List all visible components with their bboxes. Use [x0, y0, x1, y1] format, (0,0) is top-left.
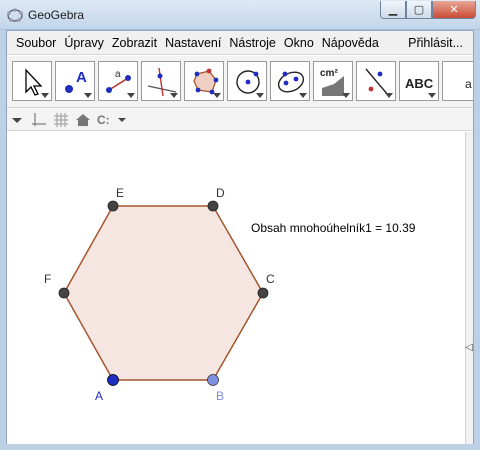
slider-icon: a: [465, 77, 472, 91]
tool-menu-triangle-icon: [41, 93, 49, 98]
app-frame: Soubor Úpravy Zobrazit Nastavení Nástroj…: [6, 30, 474, 444]
menu-nastaveni[interactable]: Nastavení: [161, 31, 225, 55]
window-controls: ▁ ▢ ✕: [380, 1, 476, 19]
maximize-icon: ▢: [413, 4, 425, 16]
point-c-label: C: [266, 272, 275, 286]
tool-menu-triangle-icon: [170, 93, 178, 98]
tool-menu-triangle-icon: [127, 93, 135, 98]
login-link[interactable]: Přihlásit...: [408, 31, 463, 55]
perpendicular-tool-button[interactable]: [141, 61, 181, 101]
toolbar: A a cm² ABC a: [7, 56, 473, 108]
point-b[interactable]: [207, 374, 219, 386]
hexagon-polygon[interactable]: [63, 205, 264, 381]
point-e-label: E: [116, 186, 124, 200]
point-a-label: A: [95, 389, 103, 403]
area-readout[interactable]: Obsah mnohoúhelník1 = 10.39: [251, 221, 416, 235]
close-icon: ✕: [449, 4, 459, 16]
menu-napoveda[interactable]: Nápověda: [318, 31, 383, 55]
graphics-view[interactable]: Obsah mnohoúhelník1 = 10.39 A B C D E F: [7, 132, 465, 444]
area-tool-button[interactable]: cm²: [313, 61, 353, 101]
minimize-icon: ▁: [388, 4, 398, 16]
menu-okno[interactable]: Okno: [280, 31, 318, 55]
circle-tool-button[interactable]: [227, 61, 267, 101]
svg-text:a: a: [465, 77, 472, 91]
tool-menu-triangle-icon: [428, 93, 436, 98]
tool-menu-triangle-icon: [256, 93, 264, 98]
reflect-tool-button[interactable]: [356, 61, 396, 101]
tool-menu-triangle-icon: [299, 93, 307, 98]
minimize-button[interactable]: ▁: [380, 1, 406, 19]
tool-menu-triangle-icon: [385, 93, 393, 98]
stylebar-toggle-icon[interactable]: [11, 112, 23, 128]
point-c[interactable]: [257, 287, 269, 299]
tool-menu-triangle-icon: [84, 93, 92, 98]
menu-bar: Soubor Úpravy Zobrazit Nastavení Nástroj…: [7, 31, 473, 55]
point-f[interactable]: [58, 287, 70, 299]
segment-tool-button[interactable]: a: [98, 61, 138, 101]
ellipse-tool-button[interactable]: [270, 61, 310, 101]
side-panel-strip[interactable]: ◁: [465, 132, 473, 444]
geogebra-logo-icon: [7, 8, 23, 22]
expand-left-icon[interactable]: ◁: [465, 342, 473, 353]
point-a[interactable]: [107, 374, 119, 386]
segment-tool-glyph: a: [115, 69, 121, 80]
menu-soubor[interactable]: Soubor: [12, 31, 60, 55]
home-icon[interactable]: [75, 112, 91, 128]
area-tool-glyph: cm²: [320, 68, 338, 79]
text-tool-button[interactable]: ABC: [399, 61, 439, 101]
tool-menu-triangle-icon: [342, 93, 350, 98]
point-b-label: B: [216, 389, 224, 403]
point-d-label: D: [216, 186, 225, 200]
menu-upravy[interactable]: Úpravy: [60, 31, 108, 55]
axes-icon[interactable]: [31, 112, 47, 128]
polygon-tool-button[interactable]: [184, 61, 224, 101]
point-capture-label[interactable]: C:: [97, 112, 110, 128]
close-button[interactable]: ✕: [432, 1, 476, 19]
style-bar: C:: [7, 109, 473, 131]
point-tool-button[interactable]: A: [55, 61, 95, 101]
menu-zobrazit[interactable]: Zobrazit: [108, 31, 161, 55]
point-capture-dropdown-icon[interactable]: [117, 112, 127, 128]
window-title: GeoGebra: [28, 8, 85, 22]
move-tool-button[interactable]: [12, 61, 52, 101]
graphics-canvas[interactable]: Obsah mnohoúhelník1 = 10.39 A B C D E F: [7, 132, 465, 444]
point-f-label: F: [44, 272, 51, 286]
tool-menu-triangle-icon: [213, 93, 221, 98]
grid-icon[interactable]: [53, 112, 69, 128]
maximize-button[interactable]: ▢: [406, 1, 432, 19]
menu-nastroje[interactable]: Nástroje: [225, 31, 280, 55]
title-bar: GeoGebra ▁ ▢ ✕: [0, 0, 480, 30]
text-tool-glyph: ABC: [405, 76, 434, 91]
point-tool-glyph: A: [76, 69, 87, 86]
point-d[interactable]: [207, 200, 219, 212]
next-tool-button[interactable]: a: [442, 61, 473, 101]
point-e[interactable]: [107, 200, 119, 212]
